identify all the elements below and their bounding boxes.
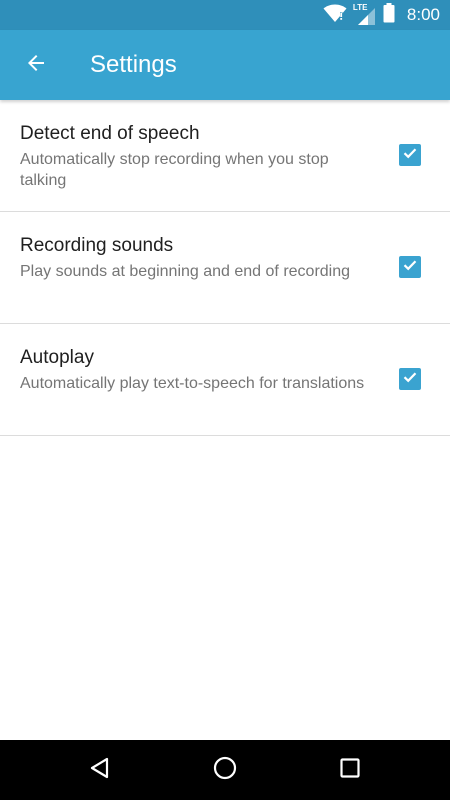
back-triangle-icon [88,756,112,785]
status-time: 8:00 [406,5,440,24]
back-button[interactable] [14,43,58,87]
setting-text: Recording sounds Play sounds at beginnin… [20,234,370,282]
checkmark-icon [401,144,419,167]
setting-title: Autoplay [20,347,94,368]
checkmark-icon [401,256,419,279]
recents-square-icon [338,756,362,785]
settings-screen: LTE 8:00 Settings Detect end of speech A… [0,0,450,800]
settings-list: Detect end of speech Automatically stop … [0,100,450,436]
setting-title: Detect end of speech [20,123,200,144]
home-circle-icon [212,755,238,786]
setting-text: Detect end of speech Automatically stop … [20,122,370,191]
nav-recents-button[interactable] [330,750,370,790]
status-icons: LTE 8:00 [323,0,440,30]
detect-end-of-speech-checkbox[interactable] [399,144,421,166]
setting-recording-sounds[interactable]: Recording sounds Play sounds at beginnin… [0,212,450,324]
checkmark-icon [401,368,419,391]
recording-sounds-checkbox[interactable] [399,256,421,278]
setting-summary: Play sounds at beginning and end of reco… [20,263,351,280]
setting-text: Autoplay Automatically play text-to-spee… [20,346,370,394]
setting-autoplay[interactable]: Autoplay Automatically play text-to-spee… [0,324,450,436]
system-nav-bar [0,740,450,800]
cell-signal-icon: LTE [353,4,377,26]
setting-title: Recording sounds [20,235,174,256]
app-bar: Settings [0,30,450,100]
wifi-icon [323,3,347,28]
battery-icon [383,2,395,28]
page-title: Settings [90,51,177,78]
nav-back-button[interactable] [80,750,120,790]
autoplay-checkbox[interactable] [399,368,421,390]
nav-home-button[interactable] [205,750,245,790]
setting-summary: Automatically stop recording when you st… [20,151,329,189]
status-bar: LTE 8:00 [0,0,450,30]
setting-detect-end-of-speech[interactable]: Detect end of speech Automatically stop … [0,100,450,212]
setting-summary: Automatically play text-to-speech for tr… [20,375,365,392]
arrow-back-icon [24,51,48,80]
